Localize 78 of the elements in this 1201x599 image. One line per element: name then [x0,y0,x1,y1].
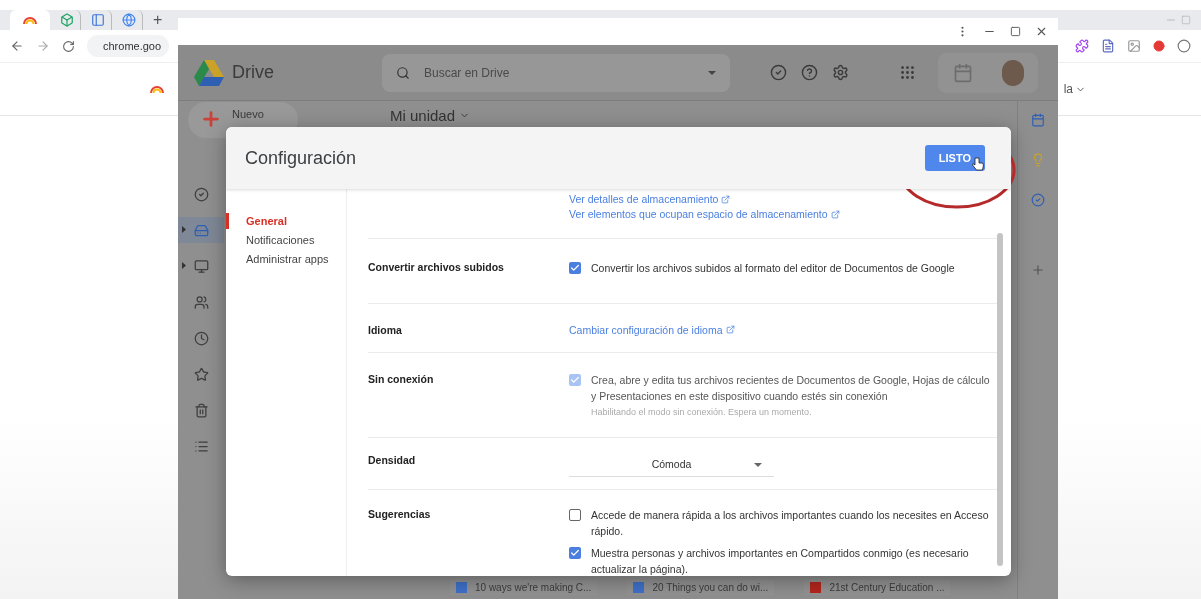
close-icon[interactable] [1035,25,1048,38]
setting-label: Sugerencias [368,508,432,523]
setting-label: Sin conexión [368,372,435,387]
profile-menu[interactable]: la [1059,82,1086,96]
caret-icon[interactable] [708,70,716,75]
document-icon[interactable] [1101,39,1115,53]
reload-icon[interactable] [62,39,75,53]
maximize-icon[interactable] [1010,26,1021,37]
status-note: Habilitando el modo sin conexión. Espera un momento. [591,407,813,418]
checkbox-label: Accede de manera rápida a los archivos importantes cuando los necesites en Acceso rápido. [591,508,990,539]
external-link[interactable]: Cambiar configuración de idioma [569,323,735,336]
rainbow-icon [150,84,164,94]
density-dropdown[interactable]: Cómoda [569,454,774,478]
check-circle-icon[interactable] [770,64,787,81]
list-icon [193,438,209,454]
location-menu[interactable]: Mi unidad [390,107,1017,124]
circle-icon[interactable] [1177,39,1191,53]
file-type-icon [633,582,645,593]
globe-icon [122,13,136,27]
help-icon[interactable] [801,64,818,81]
setting-label: Idioma [368,323,403,336]
search-icon [396,65,410,80]
search-field[interactable]: Buscar en Drive [382,53,730,92]
checkbox-label: Muestra personas y archivos importantes en Compartidos conmigo (es necesario actualizar la página). [591,545,970,576]
settings-icon[interactable] [832,64,849,81]
caret-icon [182,262,186,269]
apps-icon[interactable] [899,64,916,81]
forward-icon[interactable] [36,39,50,53]
triangle-logo-icon [194,59,224,86]
check-circle-icon[interactable] [1031,193,1045,207]
file-type-icon [810,582,822,593]
settings-nav-item[interactable]: General [226,213,346,229]
scrollbar[interactable] [997,233,1003,566]
rainbow-icon [23,15,37,25]
external-link[interactable]: Ver detalles de almacenamiento [569,193,731,205]
cube-icon [60,13,74,27]
setting-label: Densidad [368,454,417,469]
image-icon[interactable] [1127,39,1141,53]
check-circle-icon [193,186,209,202]
file-type-icon [456,582,467,593]
calendar-icon[interactable] [952,62,973,83]
checkbox[interactable] [569,546,581,559]
avatar[interactable] [1001,59,1024,86]
puzzle-icon[interactable] [1075,39,1089,53]
monitor-icon [193,258,209,274]
caret-icon [182,226,186,233]
settings-nav-item[interactable]: Notificaciones [226,232,346,248]
panel-icon [91,13,105,27]
checkbox[interactable] [569,262,581,274]
people-icon [193,294,209,310]
checkbox-label: Crea, abre y edita tus archivos recientes de Documentos de Google, Hojas de cálculo y Presentaciones en este dispositivo cuando estés sin conexión [591,372,991,404]
external-link-icon [830,209,840,219]
app-name: Drive [232,62,275,83]
calendar-icon[interactable] [1031,113,1045,127]
trash-icon [193,402,209,418]
settings-nav-item[interactable]: Administrar apps [226,251,346,267]
external-link[interactable]: Ver elementos que ocupan espacio de almacenamiento [569,208,840,220]
add-icon[interactable] [1031,263,1045,277]
dialog-title: Configuración [245,147,357,169]
plus-icon [200,108,222,130]
external-link-icon [725,325,735,335]
nav-item[interactable] [178,217,224,243]
search-placeholder: Buscar en Drive [424,65,511,80]
checkbox[interactable] [569,509,581,522]
address-text: chrome.goo [103,40,162,52]
clock-icon [193,330,209,346]
hand-cursor-icon [971,157,984,171]
star-icon [193,366,209,382]
setting-label: Convertir archivos subidos [368,261,505,275]
external-link-icon [721,194,731,204]
caret-icon [754,463,762,468]
dot-icon[interactable] [1153,40,1165,52]
checkbox-label: Convertir los archivos subidos al formato del editor de Documentos de Google [591,261,955,276]
done-button[interactable]: LISTO [924,145,985,171]
back-icon[interactable] [10,39,24,53]
new-tab-button[interactable]: + [147,11,169,29]
address-field[interactable]: chrome.goo [87,35,169,57]
drive-icon [193,222,209,238]
